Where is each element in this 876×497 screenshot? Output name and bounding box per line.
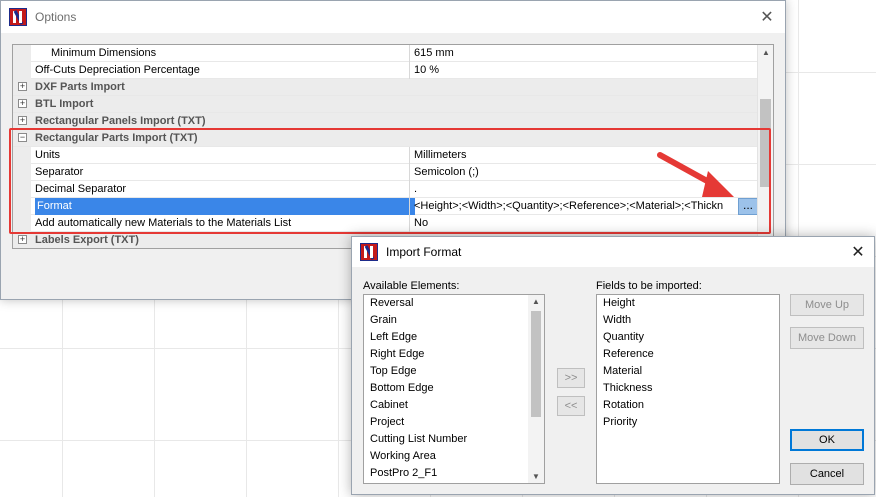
scroll-up-icon[interactable]: ▲ bbox=[762, 48, 770, 57]
property-name: Add automatically new Materials to the M… bbox=[35, 217, 292, 229]
list-item[interactable]: Width bbox=[597, 312, 779, 329]
fields-to-import-label: Fields to be imported: bbox=[596, 280, 702, 292]
available-elements-label: Available Elements: bbox=[363, 280, 460, 292]
category-name: BTL Import bbox=[35, 98, 94, 110]
cancel-button[interactable]: Cancel bbox=[790, 463, 864, 485]
property-name: Units bbox=[35, 149, 61, 161]
property-value[interactable]: Millimeters bbox=[409, 147, 758, 164]
scroll-thumb[interactable] bbox=[760, 99, 771, 187]
close-icon[interactable]: ✕ bbox=[757, 7, 777, 27]
grid-row-off-cuts[interactable]: Off-Cuts Depreciation Percentage 10 % bbox=[13, 62, 758, 79]
import-title: Import Format bbox=[386, 245, 462, 259]
property-name: Minimum Dimensions bbox=[51, 47, 157, 59]
available-elements-list[interactable]: Reversal Grain Left Edge Right Edge Top … bbox=[363, 294, 545, 484]
move-up-button[interactable]: Move Up bbox=[790, 294, 864, 316]
property-name: Decimal Separator bbox=[35, 183, 127, 195]
list-item[interactable]: Left Edge bbox=[364, 329, 544, 346]
list-item[interactable]: Thickness bbox=[597, 380, 779, 397]
grid-row-minimum-dimensions[interactable]: Minimum Dimensions 615 mm bbox=[13, 45, 758, 62]
app-logo-icon bbox=[360, 243, 378, 261]
options-title: Options bbox=[35, 10, 77, 24]
list-item[interactable]: Bottom Edge bbox=[364, 380, 544, 397]
property-name: Format bbox=[35, 198, 415, 215]
property-value[interactable]: . bbox=[409, 181, 758, 198]
list-item[interactable]: Cabinet bbox=[364, 397, 544, 414]
options-titlebar: Options ✕ bbox=[1, 1, 785, 33]
list-item[interactable]: Reversal bbox=[364, 295, 544, 312]
expand-icon[interactable]: + bbox=[18, 235, 27, 244]
grid-row-units[interactable]: Units Millimeters bbox=[13, 147, 758, 164]
category-name: Rectangular Parts Import (TXT) bbox=[35, 132, 198, 144]
category-name: Rectangular Panels Import (TXT) bbox=[35, 115, 206, 127]
list-item[interactable]: Project bbox=[364, 414, 544, 431]
property-value[interactable]: 10 % bbox=[409, 62, 758, 79]
list-scrollbar[interactable]: ▲ ▼ bbox=[528, 295, 544, 483]
property-name: Separator bbox=[35, 166, 84, 178]
list-item[interactable]: Grain bbox=[364, 312, 544, 329]
list-item[interactable]: Top Edge bbox=[364, 363, 544, 380]
property-value[interactable]: <Height>;<Width>;<Quantity>;<Reference>;… bbox=[409, 198, 758, 215]
property-value[interactable]: Semicolon (;) bbox=[409, 164, 758, 181]
scroll-down-icon[interactable]: ▼ bbox=[532, 472, 540, 481]
import-titlebar: Import Format ✕ bbox=[352, 237, 874, 267]
fields-to-import-list[interactable]: Height Width Quantity Reference Material… bbox=[596, 294, 780, 484]
close-icon[interactable]: ✕ bbox=[848, 242, 868, 262]
category-btl-import[interactable]: + BTL Import bbox=[13, 96, 758, 113]
format-value-text: <Height>;<Width>;<Quantity>;<Reference>;… bbox=[414, 200, 724, 212]
import-format-dialog: Import Format ✕ Available Elements: Reve… bbox=[351, 236, 875, 495]
grid-scrollbar[interactable]: ▲ bbox=[757, 45, 773, 248]
grid-row-add-materials[interactable]: Add automatically new Materials to the M… bbox=[13, 215, 758, 232]
move-down-button[interactable]: Move Down bbox=[790, 327, 864, 349]
app-logo-icon bbox=[9, 8, 27, 26]
expand-icon[interactable]: + bbox=[18, 99, 27, 108]
ok-button[interactable]: OK bbox=[790, 429, 864, 451]
list-item[interactable]: Priority bbox=[597, 414, 779, 431]
property-grid: Minimum Dimensions 615 mm Off-Cuts Depre… bbox=[12, 44, 774, 249]
list-item[interactable]: PostPro 2_F1 bbox=[364, 465, 544, 482]
list-item[interactable]: Working Area bbox=[364, 448, 544, 465]
scroll-up-icon[interactable]: ▲ bbox=[532, 297, 540, 306]
list-item[interactable]: Rotation bbox=[597, 397, 779, 414]
list-item[interactable]: Quantity bbox=[597, 329, 779, 346]
category-rectangular-parts-import[interactable]: − Rectangular Parts Import (TXT) bbox=[13, 130, 758, 147]
scroll-thumb[interactable] bbox=[531, 311, 541, 417]
property-name: Off-Cuts Depreciation Percentage bbox=[35, 64, 200, 76]
grid-row-separator[interactable]: Separator Semicolon (;) bbox=[13, 164, 758, 181]
grid-row-decimal-separator[interactable]: Decimal Separator . bbox=[13, 181, 758, 198]
list-item[interactable]: Right Edge bbox=[364, 346, 544, 363]
category-rectangular-panels-import[interactable]: + Rectangular Panels Import (TXT) bbox=[13, 113, 758, 130]
remove-field-button[interactable]: << bbox=[557, 396, 585, 416]
expand-icon[interactable]: + bbox=[18, 82, 27, 91]
collapse-icon[interactable]: − bbox=[18, 133, 27, 142]
expand-icon[interactable]: + bbox=[18, 116, 27, 125]
property-value[interactable]: No bbox=[409, 215, 758, 232]
ellipsis-button[interactable]: ... bbox=[738, 198, 758, 215]
category-dxf-parts-import[interactable]: + DXF Parts Import bbox=[13, 79, 758, 96]
add-field-button[interactable]: >> bbox=[557, 368, 585, 388]
list-item[interactable]: Reference bbox=[597, 346, 779, 363]
list-item[interactable]: Cutting List Number bbox=[364, 431, 544, 448]
category-name: DXF Parts Import bbox=[35, 81, 125, 93]
grid-row-format[interactable]: Format <Height>;<Width>;<Quantity>;<Refe… bbox=[13, 198, 758, 215]
property-value[interactable]: 615 mm bbox=[409, 45, 758, 62]
list-item[interactable]: Height bbox=[597, 295, 779, 312]
list-item[interactable]: Material bbox=[597, 363, 779, 380]
